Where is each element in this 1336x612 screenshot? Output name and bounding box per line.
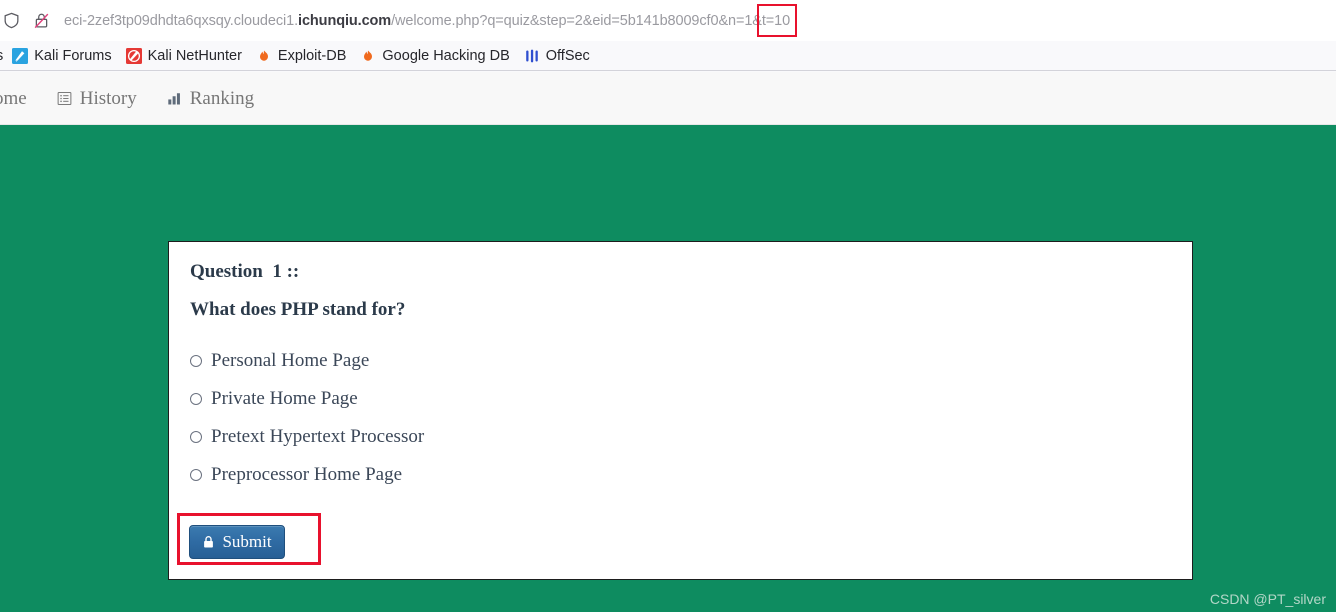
bar-chart-icon [167, 91, 183, 107]
url-subdomain: eci-2zef3tp09dhdta6qxsqy.cloudeci1. [64, 12, 299, 29]
question-text: What does PHP stand for? [190, 299, 406, 320]
kali-forums-icon [12, 47, 29, 64]
url-path-query: /welcome.php?q=quiz&step=2&eid=5b141b800… [391, 12, 791, 29]
bookmark-label: Google Hacking DB [382, 47, 510, 64]
bookmark-exploit-db[interactable]: Exploit-DB [249, 44, 354, 68]
url-text[interactable]: eci-2zef3tp09dhdta6qxsqy.cloudeci1.ichun… [64, 13, 790, 29]
bookmark-label: Exploit-DB [277, 47, 347, 64]
bookmark-kali-forums[interactable]: Kali Forums [5, 44, 118, 68]
bookmark-kali-nethunter[interactable]: Kali NetHunter [119, 44, 249, 68]
kali-nethunter-icon [125, 47, 142, 64]
answer-option-label: Pretext Hypertext Processor [211, 426, 425, 447]
sidebar-item-ranking[interactable]: Ranking [152, 72, 269, 125]
question-number-label: Question 1 :: [190, 261, 300, 282]
answer-option-label: Preprocessor Home Page [211, 464, 403, 485]
radio-icon[interactable] [190, 393, 202, 405]
bookmark-label: OffSec [545, 47, 590, 64]
answer-option-label: Private Home Page [211, 388, 358, 409]
submit-button[interactable]: Submit [189, 525, 285, 559]
google-hacking-db-icon [360, 48, 376, 64]
nav-ranking-label: Ranking [189, 87, 255, 109]
page-body: Question 1 :: What does PHP stand for? P… [0, 125, 1336, 612]
sidebar-item-history[interactable]: History [42, 72, 152, 125]
answer-option-3[interactable]: Pretext Hypertext Processor [190, 426, 890, 447]
bookmark-label: Kali NetHunter [147, 47, 242, 64]
watermark: CSDN @PT_silver [1209, 591, 1326, 607]
answer-options-group: Personal Home Page Private Home Page Pre… [190, 350, 890, 503]
answer-option-2[interactable]: Private Home Page [190, 388, 890, 409]
bookmark-label: Kali Forums [34, 47, 112, 64]
answer-option-4[interactable]: Preprocessor Home Page [190, 464, 890, 485]
bookmark-google-hacking-db[interactable]: Google Hacking DB [353, 44, 516, 68]
radio-icon[interactable] [190, 469, 202, 481]
exploit-db-icon [256, 48, 272, 64]
url-bar[interactable]: eci-2zef3tp09dhdta6qxsqy.cloudeci1.ichun… [0, 0, 1336, 41]
answer-option-label: Personal Home Page [211, 350, 370, 371]
nav-history-label: History [79, 87, 137, 109]
sidebar-item-home[interactable]: ome [0, 72, 42, 125]
bookmark-offsec[interactable]: OffSec [517, 44, 597, 68]
offsec-icon [524, 48, 540, 64]
url-host: ichunqiu.com [298, 12, 392, 29]
radio-icon[interactable] [190, 355, 202, 367]
bookmark-partial-label: s [0, 48, 3, 64]
browser-chrome: eci-2zef3tp09dhdta6qxsqy.cloudeci1.ichun… [0, 0, 1336, 72]
answer-option-1[interactable]: Personal Home Page [190, 350, 890, 371]
insecure-lock-icon[interactable] [30, 10, 52, 32]
shield-icon[interactable] [0, 10, 22, 32]
bookmarks-bar: s Kali Forums Kali NetHunter [0, 41, 1336, 71]
nav-home-label: ome [0, 87, 27, 109]
radio-icon[interactable] [190, 431, 202, 443]
quiz-card: Question 1 :: What does PHP stand for? P… [168, 241, 1193, 580]
lock-icon [202, 535, 215, 550]
submit-button-label: Submit [222, 532, 272, 551]
list-icon [57, 91, 73, 107]
site-navbar: ome History [0, 72, 1336, 125]
